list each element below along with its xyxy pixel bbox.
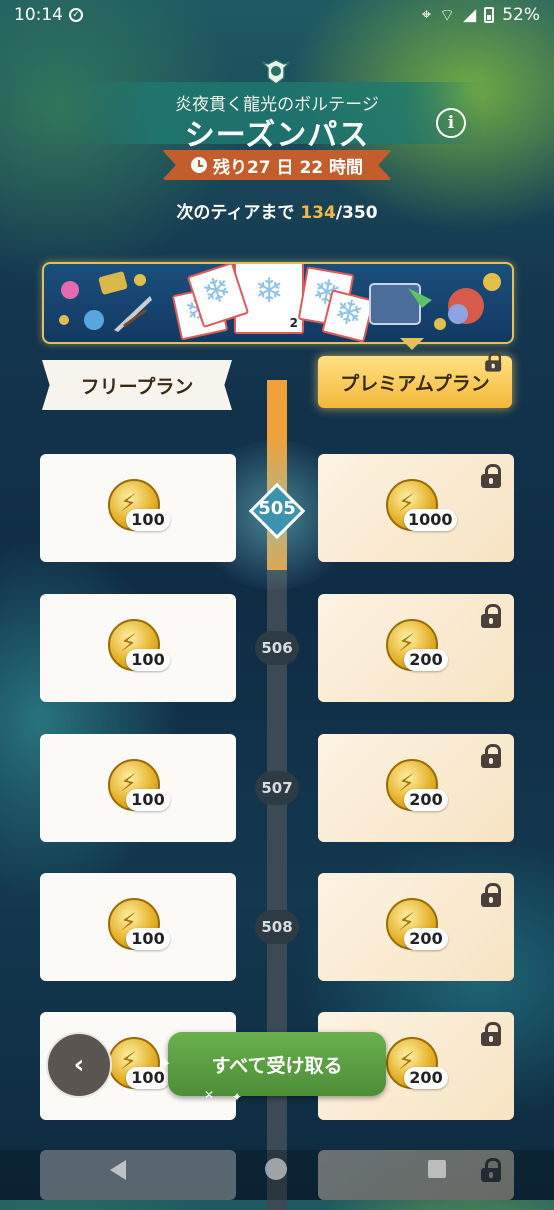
clock-icon [190, 157, 207, 173]
premium-reward-tier-508[interactable]: 200 [318, 873, 514, 981]
lock-icon [480, 464, 504, 488]
premium-plan-label: プレミアムプラン [340, 372, 490, 395]
banner-pointer [400, 338, 424, 350]
page-title: シーズンパス [184, 118, 370, 153]
claim-all-label: すべて受け取る [211, 1054, 343, 1077]
gold-coin-icon: 200 [376, 896, 456, 958]
premium-rewards-banner[interactable]: ❄ ❄2 ❄ ❄ ❄ [42, 262, 514, 344]
gold-coin-icon: 200 [376, 1035, 456, 1097]
sync-icon: ✓ [69, 8, 83, 22]
card-count: 2 [289, 316, 298, 330]
reward-amount: 200 [404, 928, 448, 950]
lock-icon [480, 1022, 504, 1046]
gold-coin-icon: 100 [98, 896, 178, 958]
premium-lock-icon [484, 352, 503, 372]
free-reward-tier-507[interactable]: 100 [40, 734, 236, 842]
lock-icon [480, 744, 504, 768]
location-icon: ⌖ [421, 5, 432, 25]
status-time: 10:14 [14, 5, 63, 25]
premium-reward-tier-507[interactable]: 200 [318, 734, 514, 842]
gold-coin-icon: 1000 [376, 477, 457, 539]
nav-recent-icon[interactable] [428, 1160, 446, 1178]
back-button[interactable]: ‹ [46, 1032, 112, 1098]
current-tier-badge: 505 [248, 482, 306, 540]
treasure-chest-icon [369, 273, 501, 330]
next-tier-current: 134 [300, 203, 336, 223]
current-tier-number: 505 [258, 498, 296, 519]
status-bar: 10:14 ✓ ⌖ ⌔ ◢ 52% [0, 0, 554, 30]
reward-amount: 200 [404, 789, 448, 811]
reward-amount: 100 [126, 649, 170, 671]
nav-home-icon[interactable] [265, 1158, 287, 1180]
season-emblem-icon [261, 59, 291, 85]
claim-all-button[interactable]: すべて受け取る [168, 1032, 386, 1096]
reward-amount: 200 [404, 1067, 448, 1089]
wifi-icon: ⌔ [439, 5, 456, 26]
lock-icon [480, 604, 504, 628]
signal-icon: ◢ [463, 5, 477, 25]
time-remaining-text: 残り27 日 22 時間 [212, 157, 364, 178]
free-reward-tier-506[interactable]: 100 [40, 594, 236, 702]
premium-reward-tier-505[interactable]: 1000 [318, 454, 514, 562]
gold-coin-icon: 100 [98, 757, 178, 819]
free-reward-tier-508[interactable]: 100 [40, 873, 236, 981]
gold-coin-icon: 200 [376, 617, 456, 679]
sparkle-icon: ✕ [204, 1088, 215, 1102]
reward-items-icon [59, 271, 152, 332]
time-remaining-badge: 残り27 日 22 時間 [162, 150, 392, 180]
reward-amount: 1000 [404, 509, 457, 531]
next-tier-progress: 次のティアまで 134/350 [0, 198, 554, 223]
reward-amount: 100 [126, 509, 170, 531]
tab-premium-plan[interactable]: プレミアムプラン [318, 356, 512, 408]
premium-reward-tier-506[interactable]: 200 [318, 594, 514, 702]
next-tier-label: 次のティアまで [176, 203, 301, 223]
battery-icon [484, 7, 495, 23]
reward-amount: 200 [404, 649, 448, 671]
nav-back-icon[interactable] [110, 1160, 126, 1180]
tier-badge: 508 [255, 910, 299, 944]
tier-badge: 506 [255, 631, 299, 665]
sparkle-icon: ✦ [232, 1090, 243, 1104]
gold-coin-icon: 100 [98, 477, 178, 539]
battery-percent: 52% [502, 5, 540, 25]
sparkle-icon: ✦ [158, 1054, 172, 1073]
next-tier-total: /350 [335, 203, 378, 223]
gold-coin-icon: 100 [98, 617, 178, 679]
tab-free-plan[interactable]: フリープラン [42, 360, 232, 410]
reward-amount: 100 [126, 928, 170, 950]
tier-badge: 507 [255, 771, 299, 805]
reward-amount: 100 [126, 789, 170, 811]
gold-coin-icon: 200 [376, 757, 456, 819]
info-button[interactable]: i [436, 108, 466, 138]
free-reward-tier-505[interactable]: 100 [40, 454, 236, 562]
lock-icon [480, 883, 504, 907]
